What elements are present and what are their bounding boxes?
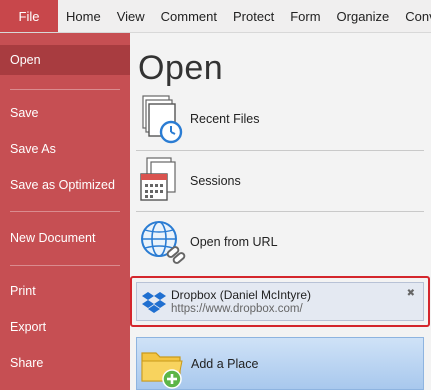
open-panel: Open Recent Files Sessions Open from URL… — [130, 33, 431, 390]
place-dropbox[interactable]: Dropbox (Daniel McIntyre) https://www.dr… — [136, 282, 424, 321]
place-open-from-url[interactable]: Open from URL — [136, 214, 424, 270]
globe-link-icon — [136, 216, 188, 268]
tab-view[interactable]: View — [109, 0, 153, 32]
tab-protect[interactable]: Protect — [225, 0, 282, 32]
sidebar-item-save-as-optimized[interactable]: Save as Optimized — [0, 170, 130, 200]
sidebar-item-open[interactable]: Open — [0, 45, 130, 75]
sidebar-divider — [10, 265, 120, 266]
add-place-button[interactable]: Add a Place — [136, 337, 424, 390]
sidebar-item-save[interactable]: Save — [0, 98, 130, 128]
sidebar-divider — [10, 211, 120, 212]
sidebar-item-save-as[interactable]: Save As — [0, 134, 130, 164]
sidebar-item-export[interactable]: Export — [0, 312, 130, 342]
sessions-icon — [136, 155, 188, 207]
close-icon[interactable]: ✖ — [407, 288, 415, 299]
divider — [136, 211, 424, 212]
tab-file[interactable]: File — [0, 0, 58, 32]
dropbox-highlight: Dropbox (Daniel McIntyre) https://www.dr… — [130, 276, 430, 327]
page-title: Open — [138, 49, 224, 87]
folder-add-icon — [137, 338, 189, 390]
divider — [136, 150, 424, 151]
place-label: Open from URL — [190, 235, 278, 249]
dropbox-account-name: Dropbox (Daniel McIntyre) — [171, 288, 312, 302]
tab-organize[interactable]: Organize — [329, 0, 398, 32]
ribbon-tab-bar: File Home View Comment Protect Form Orga… — [0, 0, 431, 33]
add-place-label: Add a Place — [191, 356, 259, 371]
recent-files-icon — [136, 93, 188, 145]
sidebar-item-share[interactable]: Share — [0, 348, 130, 378]
place-recent-files[interactable]: Recent Files — [136, 91, 424, 147]
place-label: Sessions — [190, 174, 241, 188]
sidebar-divider — [10, 89, 120, 90]
dropbox-url: https://www.dropbox.com/ — [171, 303, 303, 315]
tab-home[interactable]: Home — [58, 0, 109, 32]
sidebar-item-new-document[interactable]: New Document — [0, 223, 130, 253]
place-label: Recent Files — [190, 112, 260, 126]
sidebar-item-print[interactable]: Print — [0, 276, 130, 306]
dropbox-icon — [137, 291, 171, 313]
tab-form[interactable]: Form — [282, 0, 328, 32]
tab-convert[interactable]: Conve — [397, 0, 431, 32]
place-sessions[interactable]: Sessions — [136, 153, 424, 209]
tab-comment[interactable]: Comment — [153, 0, 225, 32]
backstage-sidebar: Open Save Save As Save as Optimized New … — [0, 33, 130, 390]
